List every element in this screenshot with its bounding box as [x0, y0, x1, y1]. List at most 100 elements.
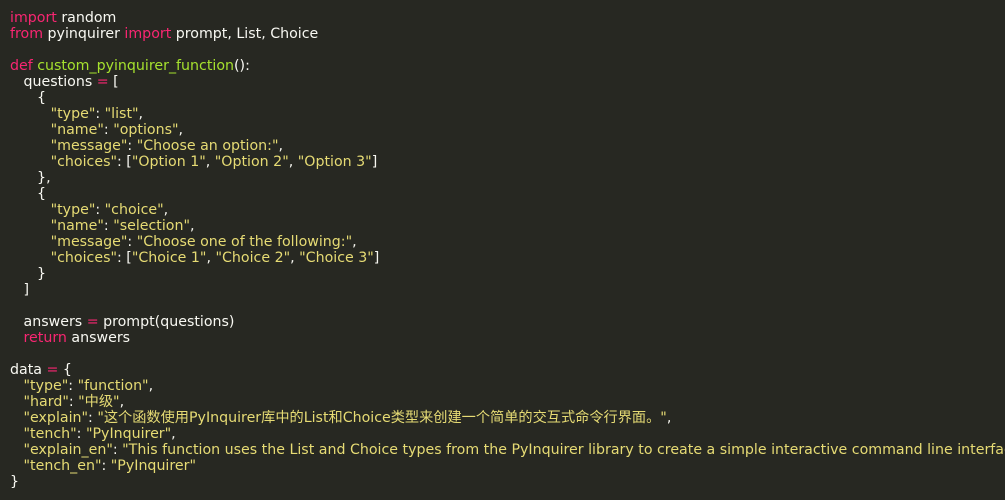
- code-line: "message": "Choose one of the following:…: [10, 234, 1005, 250]
- code-line: {: [10, 90, 1005, 106]
- code-line: from pyinquirer import prompt, List, Cho…: [10, 26, 1005, 42]
- code-token: :: [101, 458, 111, 474]
- code-line: "type": "list",: [10, 106, 1005, 122]
- code-line: "choices": ["Option 1", "Option 2", "Opt…: [10, 154, 1005, 170]
- code-token: {: [58, 362, 72, 378]
- code-token: def: [10, 58, 33, 74]
- code-token: questions: [10, 74, 97, 90]
- code-token: ,: [290, 250, 300, 266]
- code-token: "This function uses the List and Choice …: [122, 442, 1005, 458]
- code-token: =: [46, 362, 59, 378]
- code-token: ():: [234, 58, 250, 74]
- code-token: :: [95, 202, 105, 218]
- code-line: ​: [10, 42, 1005, 58]
- code-token: :: [127, 234, 137, 250]
- code-token: ]: [373, 250, 380, 266]
- code-token: ,: [138, 106, 144, 122]
- code-line: "explain_en": "This function uses the Li…: [10, 442, 1005, 458]
- code-line: ​: [10, 346, 1005, 362]
- code-token: ,: [352, 234, 357, 250]
- code-token: return: [23, 330, 67, 346]
- code-token: "Choice 3": [299, 250, 374, 266]
- code-token: ,: [148, 378, 154, 394]
- code-token: custom_pyinquirer_function: [37, 58, 234, 74]
- code-token: ,: [190, 218, 195, 234]
- code-token: pyinquirer: [43, 26, 125, 42]
- code-token: "choice": [104, 202, 164, 218]
- code-line: "tench_en": "PyInquirer": [10, 458, 1005, 474]
- code-block: import random from pyinquirer import prom…: [10, 10, 1005, 490]
- code-token: :: [88, 410, 98, 426]
- code-line: "type": "choice",: [10, 202, 1005, 218]
- code-line: answers = prompt(questions): [10, 314, 1005, 330]
- code-token: ,: [178, 122, 184, 138]
- code-token: =: [86, 314, 99, 330]
- code-line: }: [10, 266, 1005, 282]
- code-token: :: [95, 106, 105, 122]
- code-token: {: [10, 90, 47, 106]
- code-token: "Choice 2": [215, 250, 291, 266]
- code-token: "selection": [113, 218, 191, 234]
- code-token: ,: [666, 410, 672, 426]
- code-token: "options": [113, 122, 179, 138]
- code-line: "hard": "中级",: [10, 394, 1005, 410]
- code-token: },: [10, 170, 51, 186]
- code-token: "name": [50, 218, 104, 234]
- code-token: : [: [116, 250, 132, 266]
- code-token: :: [68, 378, 78, 394]
- code-token: "explain": [23, 410, 89, 426]
- code-token: "message": [50, 234, 128, 250]
- code-line: "name": "selection",: [10, 218, 1005, 234]
- code-token: :: [76, 426, 86, 442]
- code-line: def custom_pyinquirer_function():: [10, 58, 1005, 74]
- code-line: },: [10, 170, 1005, 186]
- code-token: "中级": [78, 394, 120, 410]
- code-token: "choices": [50, 250, 117, 266]
- code-token: ]: [10, 282, 30, 298]
- code-line: ]: [10, 282, 1005, 298]
- code-token: "Choose one of the following:": [136, 234, 353, 250]
- code-line: return answers: [10, 330, 1005, 346]
- code-token: "Choice 1": [131, 250, 207, 266]
- code-token: ,: [288, 154, 298, 170]
- code-token: random: [56, 10, 117, 26]
- code-token: "hard": [23, 394, 69, 410]
- code-token: "type": [50, 202, 96, 218]
- code-token: "explain_en": [23, 442, 113, 458]
- code-token: "Option 1": [131, 154, 206, 170]
- code-line: import random: [10, 10, 1005, 26]
- code-token: }: [10, 474, 20, 490]
- code-token: "tench_en": [23, 458, 102, 474]
- code-token: =: [96, 74, 109, 90]
- code-token: from: [10, 26, 44, 42]
- code-token: ,: [119, 394, 125, 410]
- code-token: }: [10, 266, 47, 282]
- code-line: data = {: [10, 362, 1005, 378]
- code-token: "type": [50, 106, 96, 122]
- code-token: ,: [163, 202, 169, 218]
- code-token: {: [10, 186, 47, 202]
- code-token: import: [10, 10, 57, 26]
- code-token: "Choose an option:": [136, 138, 279, 154]
- code-line: "name": "options",: [10, 122, 1005, 138]
- code-token: :: [112, 442, 123, 458]
- code-token: "function": [77, 378, 149, 394]
- code-line: }: [10, 474, 1005, 490]
- code-token: ]: [371, 154, 378, 170]
- code-token: "Option 3": [297, 154, 372, 170]
- code-token: :: [103, 218, 114, 234]
- code-editor[interactable]: import random from pyinquirer import prom…: [0, 0, 1005, 500]
- code-token: "list": [104, 106, 139, 122]
- code-token: "Option 2": [214, 154, 289, 170]
